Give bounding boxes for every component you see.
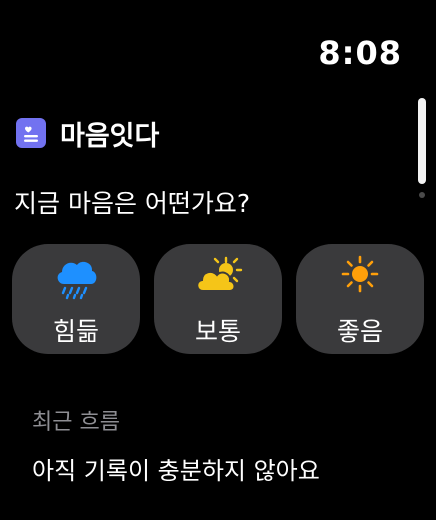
mood-question: 지금 마음은 어떤가요? (14, 189, 251, 218)
mood-button-good[interactable]: 좋음 (296, 244, 424, 354)
note-heart-icon (16, 118, 46, 148)
recent-trend-value: 아직 기록이 충분하지 않아요 (32, 457, 320, 485)
scroll-thumb[interactable] (418, 98, 426, 184)
status-time: 8:08 (318, 34, 402, 72)
mood-button-normal[interactable]: 보통 (154, 244, 282, 354)
scroll-indicator[interactable] (417, 98, 427, 208)
app-title: 마음잇다 (60, 120, 160, 152)
mood-label: 힘듦 (52, 317, 99, 346)
rain-cloud-icon (51, 254, 101, 300)
scroll-dot (419, 192, 425, 198)
mood-options: 힘듦 보통 좋음 (12, 244, 424, 354)
sun-icon (335, 254, 385, 300)
mood-label: 좋음 (336, 317, 383, 346)
sun-behind-cloud-icon (193, 254, 243, 300)
app-header: 마음잇다 (16, 116, 160, 152)
recent-trend-label: 최근 흐름 (32, 410, 120, 435)
watch-screen: 8:08 마음잇다 지금 마음은 어떤가요? 힘듦 보통 좋음 최근 흐름 아직… (0, 0, 436, 520)
mood-label: 보통 (194, 317, 241, 346)
mood-button-hard[interactable]: 힘듦 (12, 244, 140, 354)
